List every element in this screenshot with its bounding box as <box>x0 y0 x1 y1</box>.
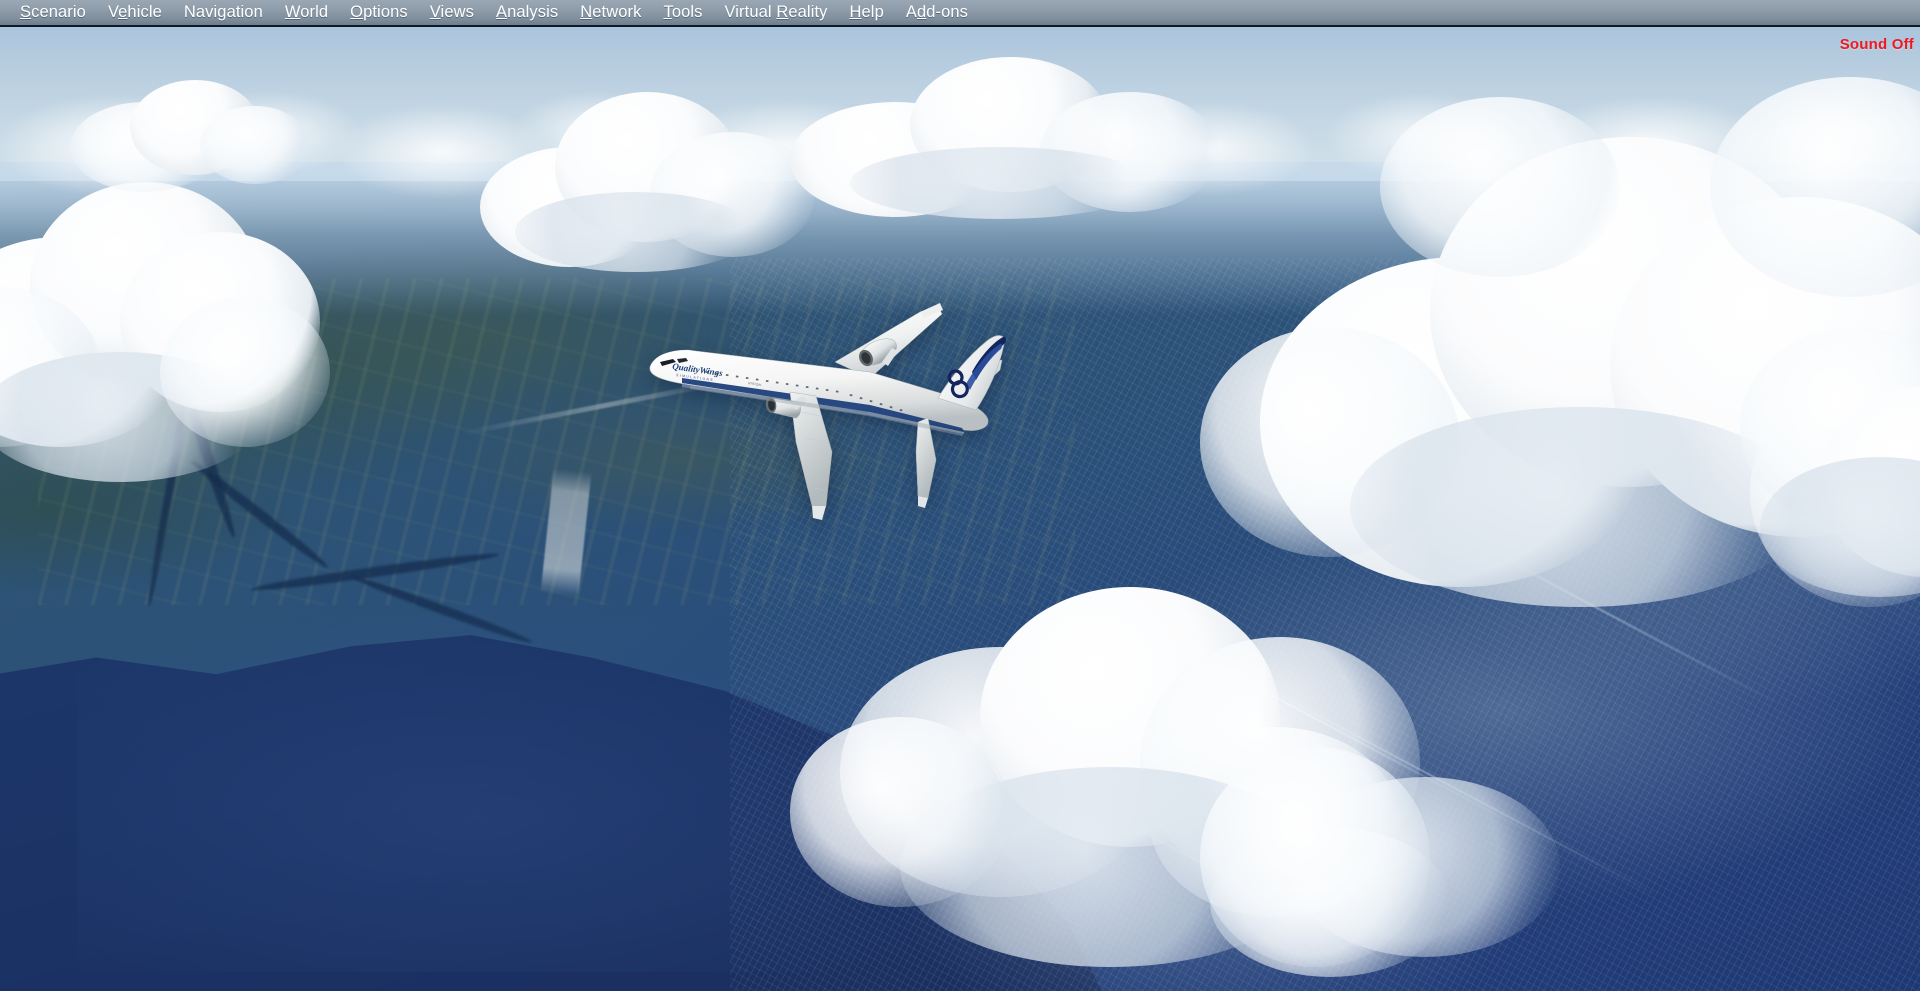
menu-analysis-label: nalysis <box>507 3 559 21</box>
menu-views[interactable]: Views <box>419 1 485 24</box>
menu-options-label: ptions <box>363 3 408 21</box>
horizon-cloud-deck <box>0 55 1920 211</box>
simulator-window: Scenario Vehicle Navigation World Option… <box>0 0 1920 991</box>
menu-network-label: etwork <box>592 3 642 21</box>
menu-tools-label: ools <box>671 3 703 21</box>
menu-navigation[interactable]: Navigation <box>173 1 274 24</box>
menu-virtual-reality-post: eality <box>788 3 828 21</box>
menu-scenario[interactable]: Scenario <box>9 1 97 24</box>
menu-virtual-reality-accel: R <box>776 3 789 21</box>
menu-virtual-reality[interactable]: Virtual Reality <box>713 1 838 24</box>
menu-world-accel: W <box>284 3 301 21</box>
menu-tools[interactable]: Tools <box>652 1 713 24</box>
menu-analysis-accel: A <box>495 3 508 21</box>
menu-help[interactable]: Help <box>839 1 895 24</box>
menu-options[interactable]: Options <box>339 1 419 24</box>
menu-analysis[interactable]: Analysis <box>485 1 569 24</box>
menu-views-accel: V <box>429 3 441 21</box>
simulator-viewport[interactable]: QualityWings SIMULATIONS N787QW www.qual… <box>0 27 1920 991</box>
menu-help-label: elp <box>861 3 884 21</box>
menu-add-ons-accel: d <box>916 3 927 21</box>
menu-scenario-label: cenario <box>31 3 86 21</box>
menu-add-ons-post: d-ons <box>926 3 969 21</box>
menu-vehicle-pre: V <box>107 3 119 21</box>
menu-network-accel: N <box>580 3 593 21</box>
menu-navigation-pre: Navi <box>183 3 218 21</box>
menu-virtual-reality-pre: Virtual <box>724 3 777 21</box>
menu-network[interactable]: Network <box>569 1 652 24</box>
menu-navigation-accel: g <box>217 3 227 21</box>
menu-help-accel: H <box>849 3 862 21</box>
menu-world[interactable]: World <box>274 1 339 24</box>
menu-world-label: orld <box>300 3 329 21</box>
menu-vehicle-post: hicle <box>127 3 162 21</box>
main-menu-bar: Scenario Vehicle Navigation World Option… <box>0 0 1920 27</box>
menu-vehicle[interactable]: Vehicle <box>97 1 173 24</box>
user-aircraft: QualityWings SIMULATIONS N787QW www.qual… <box>620 292 1070 532</box>
sound-status-indicator: Sound Off <box>1839 36 1914 53</box>
menu-add-ons-pre: A <box>905 3 917 21</box>
menu-tools-accel: T <box>663 3 672 21</box>
menu-options-accel: O <box>350 3 364 21</box>
menu-navigation-post: ation <box>226 3 263 21</box>
menu-views-label: iews <box>440 3 474 21</box>
menu-scenario-accel: S <box>20 3 32 21</box>
menu-add-ons[interactable]: Add-ons <box>895 1 979 24</box>
